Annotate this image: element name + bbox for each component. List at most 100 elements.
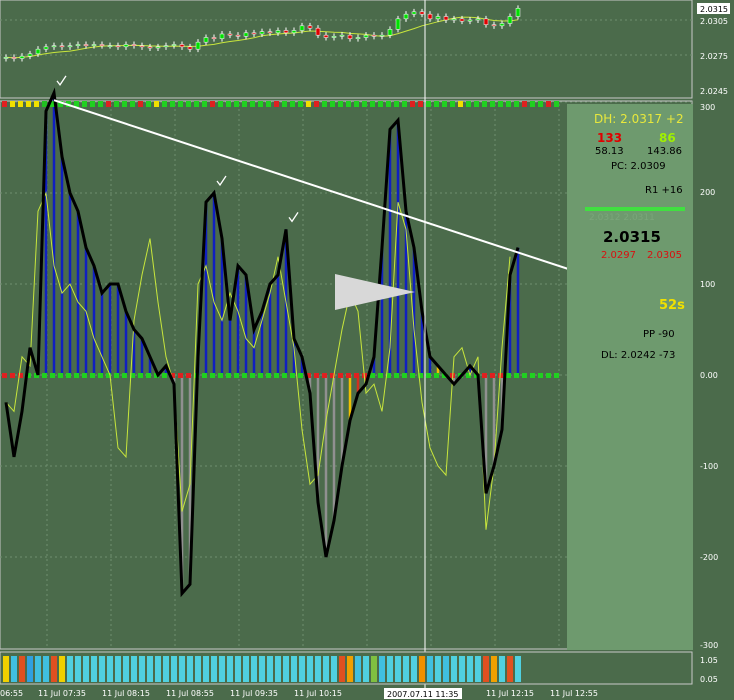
signal-dot: [178, 373, 183, 378]
candle-body: [475, 18, 481, 21]
info-box: DH: 2.0317 +2 133 86 58.13 143.86 PC: 2.…: [567, 104, 693, 650]
signal-dot: [2, 373, 7, 378]
bottom-bar: [171, 656, 177, 682]
signal-dot: [50, 373, 55, 378]
signal-dot: [506, 101, 511, 107]
signal-dot: [82, 373, 87, 378]
osc-axis-label: -200: [700, 553, 718, 562]
candle-body: [203, 37, 209, 43]
crosshair-time-label: 2007.07.11 11:35: [387, 690, 458, 699]
time-axis-label: 11 Jul 08:55: [166, 689, 214, 698]
candle-body: [115, 45, 121, 48]
bottom-bar: [187, 656, 193, 682]
signal-dot: [394, 373, 399, 378]
signal-dot: [218, 101, 223, 107]
candle-body: [427, 13, 433, 20]
signal-dot: [346, 101, 351, 107]
bottom-bar: [483, 656, 489, 682]
signal-dot: [490, 373, 495, 378]
candle-body: [35, 48, 41, 55]
candle-body: [59, 45, 65, 48]
signal-dot: [162, 101, 167, 107]
signal-dot: [10, 101, 15, 107]
candle-body: [19, 55, 25, 59]
signal-dot: [250, 373, 255, 378]
time-axis-label: 11 Jul 10:15: [294, 689, 342, 698]
signal-dot: [458, 101, 463, 107]
signal-dot: [322, 373, 327, 378]
bottom-bar: [115, 656, 121, 682]
candle-body: [155, 46, 161, 49]
signal-dot: [178, 101, 183, 107]
signal-dot: [546, 101, 551, 107]
signal-dot: [506, 373, 511, 378]
candle-body: [107, 45, 113, 47]
bottom-bar: [99, 656, 105, 682]
candle-body: [131, 44, 137, 46]
candle-body: [139, 45, 145, 48]
candle-body: [259, 31, 265, 35]
bottom-bar: [83, 656, 89, 682]
signal-dot: [90, 373, 95, 378]
bottom-bar: [203, 656, 209, 682]
signal-dot: [418, 101, 423, 107]
signal-dot: [546, 373, 551, 378]
candle-body: [323, 34, 329, 38]
candle-body: [403, 13, 409, 20]
signal-dot: [210, 101, 215, 107]
signal-dot: [290, 101, 295, 107]
signal-dot: [514, 373, 519, 378]
bottom-bar: [91, 656, 97, 682]
bottom-bar: [131, 656, 137, 682]
candle-body: [43, 46, 49, 50]
bottom-bar: [251, 656, 257, 682]
bottom-bar: [467, 656, 473, 682]
bottom-bar: [11, 656, 17, 682]
candle-body: [499, 23, 505, 27]
bottom-bar: [339, 656, 345, 682]
time-axis-label: 11 Jul 09:35: [230, 689, 278, 698]
bottom-bar: [123, 656, 129, 682]
bottom-bar: [27, 656, 33, 682]
signal-dot: [474, 101, 479, 107]
dh-text: DH: 2.0317 +2: [594, 112, 684, 126]
time-axis-label: 11 Jul 12:15: [486, 689, 534, 698]
bottom-bar: [155, 656, 161, 682]
signal-dot: [434, 101, 439, 107]
bottom-bar: [3, 656, 9, 682]
price-low: 2.0297: [601, 250, 636, 261]
signal-dot: [98, 101, 103, 107]
signal-dot: [202, 373, 207, 378]
bottom-bar: [179, 656, 185, 682]
signal-dot: [42, 373, 47, 378]
candle-body: [315, 27, 321, 36]
bottom-axis-label: 0.05: [700, 675, 718, 684]
bottom-bar: [443, 656, 449, 682]
signal-dot: [314, 101, 319, 107]
bottom-bar: [435, 656, 441, 682]
price-axis-label: 2.0275: [700, 52, 728, 61]
candle-body: [507, 16, 513, 24]
signal-dot: [306, 101, 311, 107]
bottom-bar: [51, 656, 57, 682]
signal-dot: [426, 101, 431, 107]
osc-axis-label: -100: [700, 462, 718, 471]
signal-dot: [154, 101, 159, 107]
pp-text: PP -90: [643, 329, 675, 340]
signal-dot: [130, 101, 135, 107]
bottom-bar: [347, 656, 353, 682]
signal-dot: [402, 101, 407, 107]
signal-dot: [522, 373, 527, 378]
signal-dot: [194, 101, 199, 107]
signal-dot: [234, 101, 239, 107]
bottom-bar: [315, 656, 321, 682]
bottom-bar: [19, 656, 25, 682]
current-price: 2.0315: [603, 228, 661, 246]
signal-dot: [122, 373, 127, 378]
candle-body: [355, 37, 361, 39]
price-panel[interactable]: [0, 0, 693, 99]
green-count: 86: [659, 131, 676, 145]
price-high: 2.0305: [647, 250, 682, 261]
bottom-bar: [35, 656, 41, 682]
signal-dot: [170, 101, 175, 107]
